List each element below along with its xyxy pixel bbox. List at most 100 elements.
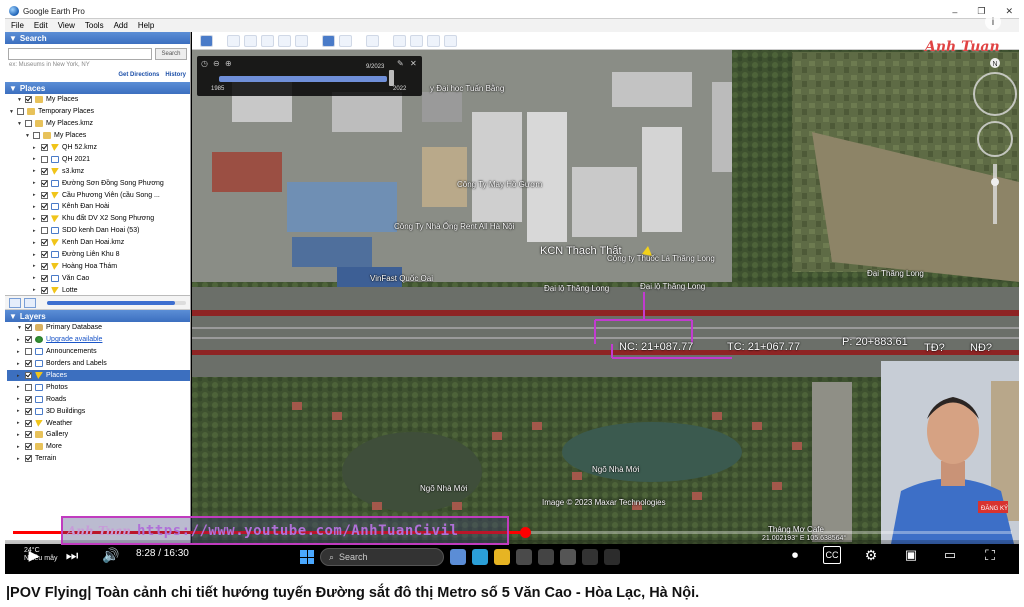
app-icon[interactable]: [560, 549, 576, 565]
expand-icon[interactable]: ▸: [33, 180, 39, 186]
layers-panel-header[interactable]: ▼ Layers: [5, 310, 190, 322]
visibility-checkbox[interactable]: [25, 360, 32, 368]
search-panel-header[interactable]: ▼ Search: [5, 32, 190, 44]
time-thumb[interactable]: [389, 70, 394, 86]
places-item[interactable]: ▸ Văn Cao: [7, 272, 190, 284]
expand-icon[interactable]: ▸: [17, 396, 23, 402]
wrench-icon[interactable]: ✎: [397, 59, 404, 68]
task-view-icon[interactable]: [450, 549, 466, 565]
search-button[interactable]: Search: [155, 48, 187, 60]
navigation-controls[interactable]: N: [969, 54, 1019, 234]
miniplayer-icon[interactable]: ▣: [901, 546, 921, 564]
expand-icon[interactable]: ▸: [17, 420, 23, 426]
places-item[interactable]: ▸ SDD kenh Dan Hoai (53): [7, 225, 190, 237]
visibility-checkbox[interactable]: [41, 144, 48, 151]
visibility-checkbox[interactable]: [41, 262, 48, 270]
maximize-button[interactable]: ❐: [977, 6, 985, 17]
places-item[interactable]: ▼ My Places.kmz: [7, 118, 190, 130]
visibility-checkbox[interactable]: [41, 203, 48, 211]
layers-tree[interactable]: ▼ Primary Database ▸ Upgrade available ▸ Anno…: [5, 322, 190, 465]
menu-help[interactable]: Help: [138, 21, 154, 30]
hide-sidebar-icon[interactable]: [200, 34, 213, 47]
layers-item[interactable]: ▸ Photos: [7, 381, 190, 393]
menu-edit[interactable]: Edit: [34, 21, 48, 30]
expand-icon[interactable]: ▸: [17, 456, 23, 462]
expand-icon[interactable]: ▸: [33, 287, 39, 293]
visibility-checkbox[interactable]: [25, 395, 32, 403]
visibility-checkbox[interactable]: [41, 251, 48, 259]
close-icon[interactable]: ✕: [410, 59, 417, 68]
menu-tools[interactable]: Tools: [85, 21, 104, 30]
expand-icon[interactable]: ▸: [17, 373, 23, 379]
expand-icon[interactable]: ▸: [17, 408, 23, 414]
places-item[interactable]: ▸ Kenh Dan Hoai.kmz: [7, 237, 190, 249]
places-item[interactable]: ▼ Temporary Places: [7, 106, 190, 118]
next-icon[interactable]: ⏭: [64, 546, 80, 564]
search-input[interactable]: [8, 48, 152, 60]
layers-item[interactable]: ▸ Places: [7, 369, 190, 382]
places-item[interactable]: ▸ QH 52.kmz: [7, 142, 190, 154]
expand-icon[interactable]: ▸: [33, 192, 39, 198]
menu-view[interactable]: View: [58, 21, 75, 30]
visibility-checkbox[interactable]: [25, 372, 32, 379]
expand-icon[interactable]: ▼: [17, 121, 23, 127]
play-icon[interactable]: ▶: [26, 546, 42, 564]
placemark-icon[interactable]: [227, 34, 240, 47]
places-item[interactable]: ▸ Đường Sơn Đồng Song Phương: [7, 177, 190, 189]
visibility-checkbox[interactable]: [41, 179, 48, 187]
windows-start-icon[interactable]: [300, 550, 314, 564]
places-item[interactable]: ▸ Đường Liên Khu 8: [7, 249, 190, 261]
places-item[interactable]: ▼ My Places: [7, 94, 190, 106]
layers-item[interactable]: ▸ Gallery: [7, 429, 190, 441]
autoplay-toggle-icon[interactable]: ⏺: [784, 546, 806, 564]
tour-icon[interactable]: [295, 34, 308, 47]
zoom-in-icon[interactable]: ⊕: [225, 59, 232, 68]
visibility-checkbox[interactable]: [41, 155, 48, 163]
historical-imagery-slider[interactable]: ◷ ⊖ ⊕ 9/2023 1985 2022 ✎ ✕: [197, 56, 422, 96]
path-icon[interactable]: [261, 34, 274, 47]
visibility-checkbox[interactable]: [41, 274, 48, 282]
expand-icon[interactable]: ▸: [17, 384, 23, 390]
visibility-checkbox[interactable]: [25, 443, 32, 451]
visibility-checkbox[interactable]: [25, 383, 32, 391]
info-icon[interactable]: i: [985, 14, 1001, 30]
edge-icon[interactable]: [472, 549, 488, 565]
get-directions-link[interactable]: Get Directions: [118, 72, 159, 82]
expand-icon[interactable]: ▸: [33, 145, 39, 151]
layers-item[interactable]: ▸ More: [7, 441, 190, 453]
visibility-checkbox[interactable]: [41, 191, 48, 199]
visibility-checkbox[interactable]: [33, 132, 40, 140]
places-tree[interactable]: ▼ My Places ▼ Temporary Places ▼ My Places.km…: [5, 94, 190, 296]
polygon-icon[interactable]: [244, 34, 257, 47]
fullscreen-icon[interactable]: ⛶: [980, 546, 1000, 564]
expand-icon[interactable]: ▸: [33, 156, 39, 162]
time-track[interactable]: [219, 76, 387, 82]
expand-icon[interactable]: ▸: [17, 444, 23, 450]
visibility-checkbox[interactable]: [41, 215, 48, 223]
places-item[interactable]: ▸ Kênh Đan Hoài: [7, 201, 190, 213]
visibility-checkbox[interactable]: [41, 167, 48, 175]
expand-icon[interactable]: ▼: [9, 109, 15, 115]
places-item[interactable]: ▸ Hoàng Hoa Thám: [7, 260, 190, 272]
expand-icon[interactable]: ▼: [17, 325, 23, 331]
opacity-slider[interactable]: [47, 300, 186, 305]
expand-icon[interactable]: ▸: [33, 228, 39, 234]
visibility-checkbox[interactable]: [25, 407, 32, 415]
theater-mode-icon[interactable]: ▭: [940, 546, 960, 564]
expand-icon[interactable]: ▼: [25, 133, 31, 139]
expand-icon[interactable]: ▸: [33, 240, 39, 246]
expand-icon[interactable]: ▸: [33, 252, 39, 258]
layers-item[interactable]: ▸ Upgrade available: [7, 334, 190, 346]
menu-add[interactable]: Add: [114, 21, 128, 30]
visibility-checkbox[interactable]: [41, 286, 48, 294]
places-item[interactable]: ▸ QH 2021: [7, 153, 190, 165]
visibility-checkbox[interactable]: [25, 324, 32, 332]
expand-icon[interactable]: ▸: [33, 168, 39, 174]
expand-icon[interactable]: ▸: [17, 349, 23, 355]
expand-icon[interactable]: ▸: [17, 432, 23, 438]
video-player[interactable]: Google Earth Pro – ❐ ✕ File Edit View To…: [5, 4, 1019, 574]
expand-icon[interactable]: ▸: [33, 275, 39, 281]
visibility-checkbox[interactable]: [25, 120, 32, 128]
visibility-checkbox[interactable]: [25, 455, 32, 463]
places-item[interactable]: ▸ Cầu Phương Viên (cầu Song ...: [7, 189, 190, 201]
